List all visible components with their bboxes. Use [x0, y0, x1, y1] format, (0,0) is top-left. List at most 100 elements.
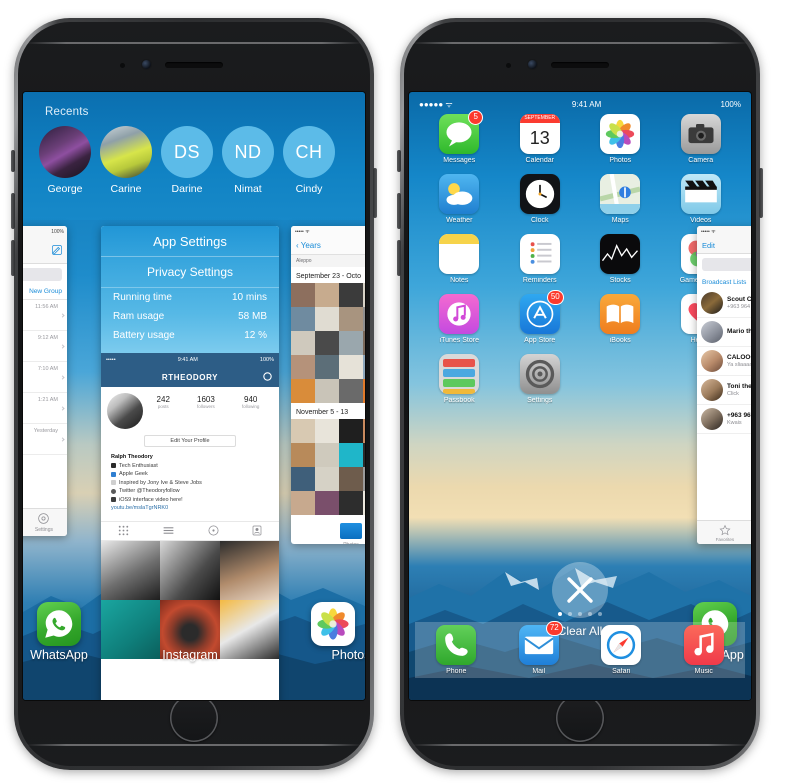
photo-thumb[interactable]: [363, 491, 365, 515]
music-icon[interactable]: [683, 625, 724, 665]
contact-row[interactable]: Scout Ch +963 964: [697, 289, 751, 318]
back-button[interactable]: ‹ Years: [296, 241, 321, 250]
photo-thumb[interactable]: [339, 419, 363, 443]
itunes-store-icon[interactable]: [439, 294, 480, 334]
photo-thumb[interactable]: [363, 379, 365, 403]
tab-favorites[interactable]: Favorites: [716, 524, 734, 542]
photo-thumb[interactable]: [315, 331, 339, 355]
app-card-whatsapp[interactable]: 100% Search New Group a: [23, 226, 67, 536]
app-photos[interactable]: Photos: [597, 114, 643, 164]
photo-thumb[interactable]: [315, 379, 339, 403]
photo-thumb[interactable]: [291, 331, 315, 355]
photo-thumb[interactable]: [315, 283, 339, 307]
app-app-store[interactable]: 50 App Store: [517, 290, 564, 344]
stat-followers[interactable]: 1603 followers: [197, 395, 215, 409]
volume-down-button[interactable]: [397, 240, 401, 276]
broadcast-lists-header[interactable]: Broadcast Lists: [697, 275, 751, 289]
page-dot[interactable]: [598, 612, 602, 616]
ibooks-icon[interactable]: [600, 294, 641, 334]
photos-grid[interactable]: [291, 419, 365, 515]
passbook-icon[interactable]: [439, 354, 480, 394]
photo-thumb[interactable]: [291, 355, 315, 379]
photo-thumb[interactable]: [363, 283, 365, 307]
page-dot[interactable]: [568, 612, 572, 616]
volume-down-button[interactable]: [11, 240, 15, 276]
photo-thumb[interactable]: [315, 491, 339, 515]
reminders-icon[interactable]: [519, 234, 560, 274]
page-dot[interactable]: [578, 612, 582, 616]
whatsapp-app-icon[interactable]: [37, 602, 81, 646]
photo-thumb[interactable]: [339, 379, 363, 403]
whatsapp-tab-bar[interactable]: Favorites Status: [697, 520, 751, 544]
stat-posts[interactable]: 242 posts: [157, 395, 170, 409]
photo-thumb[interactable]: [291, 283, 315, 307]
clear-all-circle[interactable]: [552, 562, 608, 618]
photo-thumb[interactable]: [315, 443, 339, 467]
grid-view-icon[interactable]: [117, 524, 130, 537]
photo-thumb[interactable]: [315, 467, 339, 491]
photo-thumb[interactable]: [363, 419, 365, 443]
app-ibooks[interactable]: iBooks: [597, 294, 643, 344]
grid-photo[interactable]: [219, 540, 279, 600]
dock-app-safari[interactable]: Safari: [598, 625, 644, 675]
contact-row[interactable]: CALOOO Ya sliaaaa: [697, 347, 751, 376]
photos-location[interactable]: Aleppo: [291, 255, 365, 267]
photo-thumb[interactable]: [291, 419, 315, 443]
app-store-icon[interactable]: 50: [519, 290, 564, 334]
edit-button[interactable]: Edit: [702, 241, 715, 250]
photo-thumb[interactable]: [339, 443, 363, 467]
app-card-instagram[interactable]: App Settings Privacy Settings Running ti…: [101, 226, 279, 700]
photos-grid[interactable]: [291, 283, 365, 403]
recents-contact-cindy[interactable]: CH Cindy: [283, 126, 335, 195]
chat-row[interactable]: 059 Yesterday: [23, 424, 67, 455]
recents-contact-george[interactable]: George: [39, 126, 91, 195]
safari-icon[interactable]: [601, 625, 642, 665]
dock-app-phone[interactable]: Phone: [433, 625, 479, 675]
app-calendar[interactable]: SEPTEMBER 13 Calendar: [517, 114, 563, 164]
home-button[interactable]: [556, 694, 604, 742]
page-indicator-dots[interactable]: [409, 612, 751, 616]
mail-icon[interactable]: 72: [518, 621, 563, 665]
privacy-settings-title[interactable]: Privacy Settings: [101, 257, 279, 288]
list-view-icon[interactable]: [161, 524, 176, 537]
photos-icon[interactable]: [600, 114, 641, 154]
power-button[interactable]: [759, 168, 763, 218]
app-card-photos[interactable]: ••••• ᯤ ‹ Years Co Aleppo September 23 -…: [291, 226, 365, 544]
recents-contact-darine[interactable]: DS Darine: [161, 126, 213, 195]
home-button[interactable]: [170, 694, 218, 742]
home-app-grid[interactable]: 5 Messages SEPTEMBER 13 Calendar Photos …: [419, 110, 741, 404]
app-maps[interactable]: Maps: [597, 174, 643, 224]
contact-row[interactable]: Toni thes Click: [697, 376, 751, 405]
app-clock[interactable]: Clock: [517, 174, 563, 224]
app-messages[interactable]: 5 Messages: [436, 110, 484, 164]
volume-up-button[interactable]: [397, 193, 401, 229]
messages-icon[interactable]: 5: [439, 110, 484, 154]
gear-icon[interactable]: [262, 371, 273, 382]
photo-thumb[interactable]: [363, 331, 365, 355]
tagged-photos-icon[interactable]: [251, 524, 263, 537]
photo-thumb[interactable]: [339, 467, 363, 491]
photo-thumb[interactable]: [315, 355, 339, 379]
weather-icon[interactable]: [439, 174, 480, 214]
app-weather[interactable]: Weather: [436, 174, 482, 224]
photos-section-heading[interactable]: September 23 - Octo: [291, 267, 365, 283]
photo-thumb[interactable]: [315, 307, 339, 331]
photo-thumb[interactable]: [291, 307, 315, 331]
dock-app-mail[interactable]: 72 Mail: [516, 621, 563, 675]
photo-thumb[interactable]: [339, 491, 363, 515]
photo-thumb[interactable]: [363, 443, 365, 467]
app-itunes-store[interactable]: iTunes Store: [436, 294, 482, 344]
photo-thumb[interactable]: [363, 467, 365, 491]
contact-row[interactable]: +963 967 Kwais: [697, 405, 751, 434]
location-icon[interactable]: [207, 524, 220, 537]
volume-up-button[interactable]: [11, 193, 15, 229]
recents-contact-carine[interactable]: Carine: [100, 126, 152, 195]
chat-row[interactable]: ry 9:12 AM: [23, 331, 67, 362]
avatar[interactable]: [107, 393, 143, 429]
whatsapp-tab-bar[interactable]: Chats Settings: [23, 508, 67, 536]
app-videos[interactable]: Videos: [678, 174, 724, 224]
grid-photo[interactable]: [160, 540, 220, 600]
photo-thumb[interactable]: [339, 331, 363, 355]
photos-app-icon[interactable]: [311, 602, 355, 646]
phone-icon[interactable]: [436, 625, 477, 665]
